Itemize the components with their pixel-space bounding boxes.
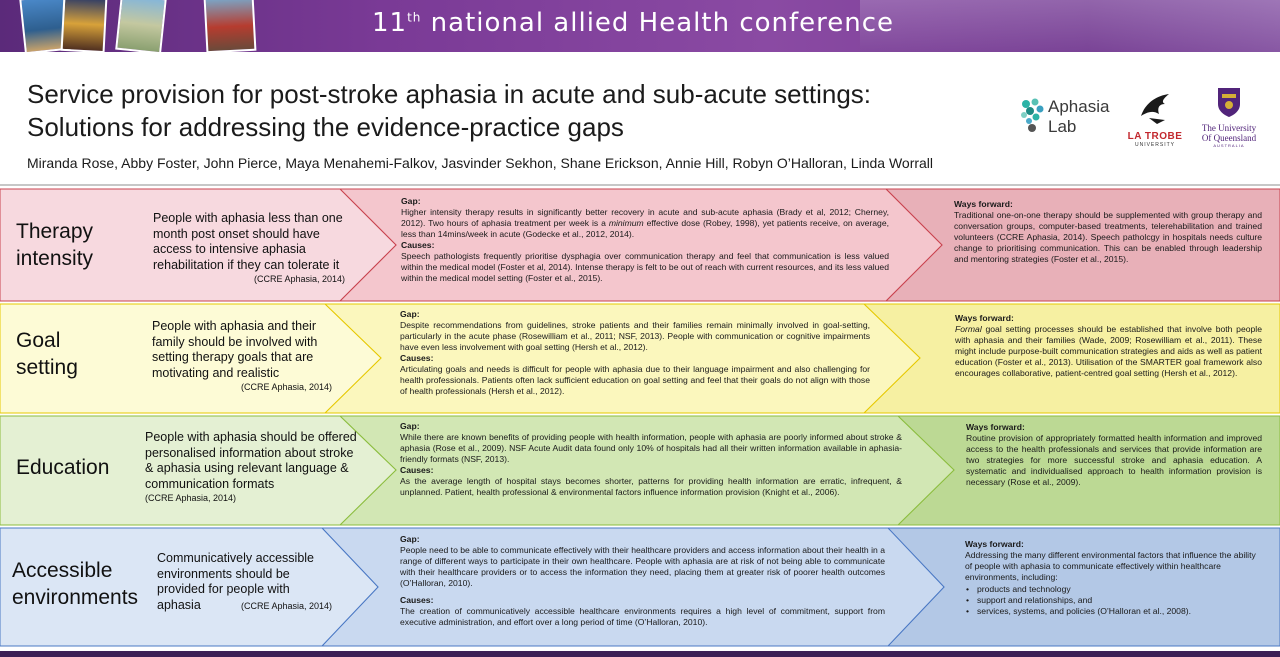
- row-label: Goal setting: [16, 329, 78, 379]
- ways-forward-list: products and technology support and rela…: [965, 584, 1262, 617]
- row-label: Accessible environments: [12, 559, 139, 609]
- gap-text: People need to be able to communicate ef…: [400, 545, 885, 588]
- banner-photo: [115, 0, 167, 52]
- row-summary: People with aphasia less than one month …: [153, 211, 345, 284]
- ways-forward-heading: Ways forward:: [966, 422, 1025, 432]
- row-gap-causes: Gap: Despite recommendations from guidel…: [400, 309, 870, 397]
- poster-title-line2: Solutions for addressing the evidence-pr…: [27, 112, 624, 142]
- causes-text: Articulating goals and needs is difficul…: [400, 364, 870, 396]
- gap-text: Despite recommendations from guidelines,…: [400, 320, 870, 352]
- row-ways-forward: Ways forward: Addressing the many differ…: [965, 539, 1262, 617]
- summary-citation: (CCRE Aphasia, 2014): [145, 493, 237, 503]
- gap-text: While there are known benefits of provid…: [400, 432, 902, 464]
- row-ways-forward: Ways forward: Routine provision of appro…: [966, 422, 1262, 488]
- list-item: support and relationships, and: [965, 595, 1262, 606]
- row-label: Therapy intensity: [16, 220, 94, 270]
- latrobe-name: LA TROBE: [1127, 131, 1183, 142]
- row-gap-causes: Gap: Higher intensity therapy results in…: [401, 196, 889, 284]
- gap-heading: Gap:: [400, 534, 420, 544]
- header-divider: [0, 184, 1280, 186]
- row-summary: People with aphasia should be offered pe…: [145, 430, 360, 504]
- causes-text: Speech pathologists frequently prioritis…: [401, 251, 889, 283]
- causes-text: The creation of communicatively accessib…: [400, 606, 885, 627]
- uq-logo: The University Of Queensland AUSTRALIA: [1194, 86, 1264, 152]
- ways-forward-text: Routine provision of appropriately forma…: [966, 433, 1262, 487]
- conference-title: 11th national allied Health conference: [372, 8, 895, 38]
- row-summary: Communicatively accessible environments …: [157, 551, 332, 612]
- ways-forward-heading: Ways forward:: [954, 199, 1013, 209]
- causes-heading: Causes:: [400, 353, 434, 363]
- ways-forward-text: Addressing the many different environmen…: [965, 550, 1256, 582]
- row-gap-causes: Gap: While there are known benefits of p…: [400, 421, 902, 498]
- list-item: services, systems, and policies (O’Hallo…: [965, 606, 1262, 617]
- row-ways-forward: Ways forward: Traditional one-on-one the…: [954, 199, 1262, 265]
- gap-heading: Gap:: [400, 421, 420, 431]
- aphasia-lab-wordmark: Aphasia Lab: [1048, 97, 1110, 136]
- gap-text: Higher intensity therapy results in sign…: [401, 207, 889, 239]
- ways-forward-heading: Ways forward:: [955, 313, 1014, 323]
- row-therapy-intensity: Therapy intensity People with aphasia les…: [0, 188, 1280, 302]
- row-gap-causes: Gap: People need to be able to communica…: [400, 534, 885, 628]
- row-label: Education: [16, 456, 110, 479]
- aphasia-lab-logo: Aphasia Lab: [1018, 96, 1118, 140]
- latrobe-bird-icon: [1141, 94, 1169, 124]
- ways-forward-text: Traditional one-on-one therapy should be…: [954, 210, 1262, 264]
- banner-photo: [60, 0, 108, 52]
- uq-name: The University Of Queensland: [1201, 123, 1257, 143]
- latrobe-sub: UNIVERSITY: [1134, 142, 1175, 148]
- aphasia-lab-dots-icon: [1021, 98, 1044, 132]
- row-ways-forward: Ways forward: Formal goal setting proces…: [955, 313, 1262, 379]
- causes-text: As the average length of hospital stays …: [400, 476, 902, 497]
- row-goal-setting: Goal setting People with aphasia and thei…: [0, 303, 1280, 414]
- list-item: products and technology: [965, 584, 1262, 595]
- footer-bar: [0, 651, 1280, 657]
- row-education: Education People with aphasia should be …: [0, 415, 1280, 526]
- row-summary: People with aphasia and their family sho…: [152, 319, 332, 392]
- poster-title: Service provision for post-stroke aphasi…: [27, 78, 1007, 144]
- summary-citation: (CCRE Aphasia, 2014): [240, 382, 332, 392]
- summary-citation: (CCRE Aphasia, 2014): [253, 274, 345, 284]
- uq-sub: AUSTRALIA: [1213, 143, 1245, 148]
- gap-heading: Gap:: [400, 309, 420, 319]
- banner-photo: [203, 0, 257, 52]
- conference-banner: 11th national allied Health conference: [0, 0, 1280, 52]
- ways-forward-heading: Ways forward:: [965, 539, 1024, 549]
- poster-title-line1: Service provision for post-stroke aphasi…: [27, 79, 872, 109]
- uq-crest-icon: [1218, 88, 1240, 117]
- authors: Miranda Rose, Abby Foster, John Pierce, …: [27, 155, 934, 171]
- latrobe-logo: LA TROBE UNIVERSITY: [1122, 90, 1188, 150]
- causes-heading: Causes:: [401, 240, 435, 250]
- gap-heading: Gap:: [401, 196, 421, 206]
- ways-forward-text: Formal goal setting processes should be …: [955, 324, 1262, 378]
- banner-skyline: [860, 0, 1280, 52]
- causes-heading: Causes:: [400, 465, 434, 475]
- causes-heading: Causes:: [400, 595, 434, 605]
- row-accessible-environments: Accessible environments Communicatively a…: [0, 527, 1280, 647]
